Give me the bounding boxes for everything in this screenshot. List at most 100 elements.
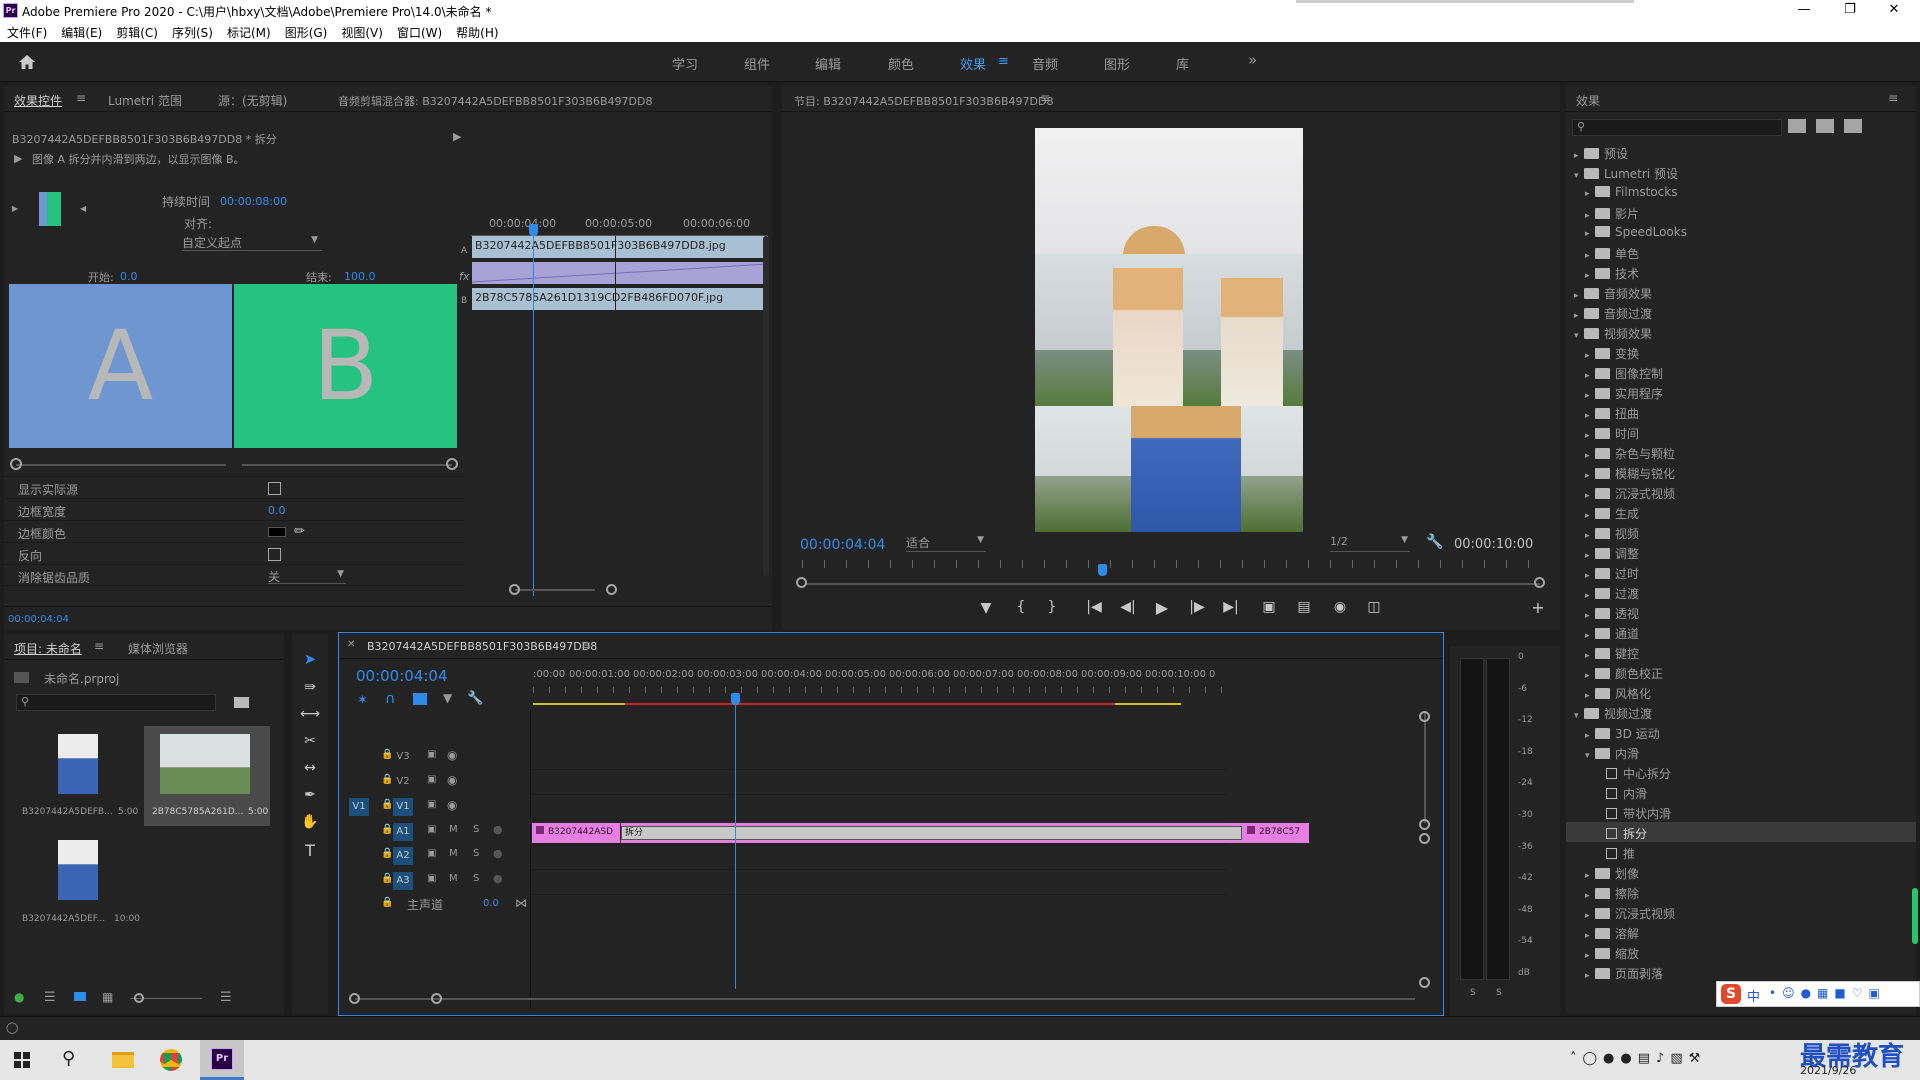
slip-tool-icon[interactable]: ↔ bbox=[298, 760, 322, 776]
zoom-handle-right[interactable] bbox=[1534, 577, 1545, 588]
effect-folder[interactable]: ▸ 实用程序 bbox=[1566, 382, 1916, 402]
chevron-right-icon[interactable]: ▸ bbox=[1585, 351, 1595, 361]
chevron-right-icon[interactable]: ▸ bbox=[1574, 151, 1584, 161]
thumb-arrow-left-icon[interactable]: ▶ bbox=[12, 204, 18, 213]
tab-project[interactable]: 项目: 未命名 bbox=[14, 640, 82, 657]
menu-help[interactable]: 帮助(H) bbox=[449, 22, 505, 41]
snap-icon[interactable]: ∩ bbox=[385, 691, 395, 707]
effect-item[interactable]: 内滑 bbox=[1566, 782, 1916, 802]
resolution-select[interactable]: 1/2 ▼ bbox=[1330, 534, 1410, 552]
chevron-right-icon[interactable]: ▸ bbox=[1574, 291, 1584, 301]
eye-icon[interactable]: ◉ bbox=[447, 748, 457, 762]
effect-folder[interactable]: ▸ SpeedLooks bbox=[1566, 222, 1916, 242]
workspace-graphics[interactable]: 图形 bbox=[1104, 54, 1130, 73]
zoom-handle-left[interactable] bbox=[796, 577, 807, 588]
effect-folder[interactable]: ▾ 内滑 bbox=[1566, 742, 1916, 762]
vscroll-handle[interactable] bbox=[1419, 711, 1430, 722]
effect-folder[interactable]: ▸ 键控 bbox=[1566, 642, 1916, 662]
chevron-right-icon[interactable]: ▸ bbox=[1585, 511, 1595, 521]
transition-thumbnail[interactable] bbox=[39, 192, 61, 226]
chevron-right-icon[interactable]: ▸ bbox=[1585, 651, 1595, 661]
sync-lock-icon[interactable]: ▣ bbox=[427, 873, 436, 884]
tab-effect-controls[interactable]: 效果控件 bbox=[14, 92, 62, 109]
effect-folder[interactable]: ▸ 溶解 bbox=[1566, 922, 1916, 942]
windows-start-icon[interactable] bbox=[14, 1052, 30, 1068]
workspace-assembly[interactable]: 组件 bbox=[744, 54, 770, 73]
show-actual-sources-checkbox[interactable] bbox=[268, 482, 281, 495]
effect-item[interactable]: 中心拆分 bbox=[1566, 762, 1916, 782]
effect-folder[interactable]: ▸ 调整 bbox=[1566, 542, 1916, 562]
track-lock-icon[interactable]: 🔒 bbox=[381, 774, 393, 785]
sequence-title[interactable]: B3207442A5DEFBB8501F303B6B497DD8 bbox=[367, 640, 597, 653]
project-item-1[interactable]: B3207442A5DEFB... 5:00 bbox=[14, 726, 140, 826]
premiere-taskbar-icon[interactable]: Pr bbox=[200, 1040, 244, 1080]
workspace-menu-icon[interactable]: ≡ bbox=[998, 54, 1009, 69]
meter-solo-right[interactable]: S bbox=[1496, 988, 1502, 998]
workspace-learn[interactable]: 学习 bbox=[672, 54, 698, 73]
timeline-hscroll[interactable] bbox=[355, 998, 1415, 1000]
eyedropper-icon[interactable]: ✏ bbox=[294, 524, 305, 539]
nest-icon[interactable]: ✶ bbox=[357, 693, 368, 708]
effect-folder[interactable]: ▸ 图像控制 bbox=[1566, 362, 1916, 382]
chevron-right-icon[interactable]: ▸ bbox=[1585, 691, 1595, 701]
source-patch-v1[interactable]: V1 bbox=[349, 798, 369, 816]
mini-scroll-v[interactable] bbox=[763, 236, 769, 576]
effect-folder[interactable]: ▸ 杂色与颗粒 bbox=[1566, 442, 1916, 462]
start-slider[interactable] bbox=[16, 464, 226, 466]
panel-menu-icon[interactable]: ≡ bbox=[1040, 91, 1050, 105]
effect-folder[interactable]: ▸ 音频过渡 bbox=[1566, 302, 1916, 322]
chevron-right-icon[interactable]: ▸ bbox=[1585, 731, 1595, 741]
effect-folder[interactable]: ▸ 过渡 bbox=[1566, 582, 1916, 602]
project-item-3[interactable]: B3207442A5DEF... 10:00 bbox=[14, 832, 140, 932]
effect-folder[interactable]: ▸ 影片 bbox=[1566, 202, 1916, 222]
border-width-value[interactable]: 0.0 bbox=[268, 504, 286, 517]
play-transition-icon[interactable]: ▶ bbox=[453, 130, 461, 143]
meter-solo-left[interactable]: S bbox=[1470, 988, 1476, 998]
track-label-v1[interactable]: V1 bbox=[393, 798, 413, 816]
effect-folder[interactable]: ▸ 模糊与锐化 bbox=[1566, 462, 1916, 482]
thumb-arrow-right-icon[interactable]: ◀ bbox=[80, 204, 86, 213]
effects-title[interactable]: 效果 bbox=[1576, 92, 1600, 109]
chrome-icon[interactable] bbox=[160, 1049, 182, 1071]
chevron-right-icon[interactable]: ▸ bbox=[1585, 871, 1595, 881]
program-playhead[interactable] bbox=[1098, 564, 1107, 576]
type-tool-icon[interactable]: T bbox=[298, 841, 322, 860]
workspace-color[interactable]: 颜色 bbox=[888, 54, 914, 73]
mini-zoom-handle-left[interactable] bbox=[509, 584, 520, 595]
track-label-a2[interactable]: A2 bbox=[393, 847, 413, 865]
chevron-right-icon[interactable]: ▸ bbox=[1585, 411, 1595, 421]
effect-folder[interactable]: ▾ Lumetri 预设 bbox=[1566, 162, 1916, 182]
track-label-a3[interactable]: A3 bbox=[393, 872, 413, 890]
clip-v1-1[interactable]: B3207442ASD bbox=[532, 823, 620, 843]
mic-icon[interactable]: ● bbox=[493, 847, 503, 860]
effect-folder[interactable]: ▸ 过时 bbox=[1566, 562, 1916, 582]
chevron-right-icon[interactable]: ▸ bbox=[1585, 931, 1595, 941]
solo-button[interactable]: S bbox=[473, 824, 479, 835]
icon-view-icon[interactable] bbox=[74, 992, 86, 1001]
zoom-slider-handle[interactable] bbox=[134, 993, 144, 1003]
effect-folder[interactable]: ▸ 沉浸式视频 bbox=[1566, 902, 1916, 922]
chevron-down-icon[interactable]: ▾ bbox=[1585, 751, 1595, 761]
tab-source[interactable]: 源：(无剪辑) bbox=[218, 92, 287, 109]
workspace-editing[interactable]: 编辑 bbox=[815, 54, 841, 73]
effect-folder[interactable]: ▸ 风格化 bbox=[1566, 682, 1916, 702]
chevron-right-icon[interactable]: ▸ bbox=[1585, 371, 1595, 381]
chevron-right-icon[interactable]: ▸ bbox=[1585, 951, 1595, 961]
mic-icon[interactable]: ● bbox=[493, 823, 503, 836]
expand-description-icon[interactable]: ▶ bbox=[14, 152, 22, 165]
project-search-input[interactable]: ⚲ bbox=[16, 694, 216, 711]
effect-folder[interactable]: ▾ 视频效果 bbox=[1566, 322, 1916, 342]
project-item-2[interactable]: 2B78C5785A261D... 5:00 bbox=[144, 726, 270, 826]
effect-item[interactable]: 拆分 bbox=[1566, 822, 1916, 842]
chevron-right-icon[interactable]: ▸ bbox=[1585, 229, 1595, 239]
transition-bar[interactable]: 拆分 bbox=[621, 823, 1245, 843]
master-volume-value[interactable]: 0.0 bbox=[483, 898, 499, 909]
sequence-timecode[interactable]: 00:00:04:04 bbox=[356, 667, 448, 685]
tab-media-browser[interactable]: 媒体浏览器 bbox=[128, 640, 188, 657]
duration-value[interactable]: 00:00:08:00 bbox=[220, 195, 287, 208]
effect-folder[interactable]: ▸ 3D 运动 bbox=[1566, 722, 1916, 742]
track-select-tool-icon[interactable]: ⇛ bbox=[298, 679, 322, 695]
sync-lock-icon[interactable]: ▣ bbox=[427, 848, 436, 859]
effect-folder[interactable]: ▸ 擦除 bbox=[1566, 882, 1916, 902]
chevron-right-icon[interactable]: ▸ bbox=[1585, 271, 1595, 281]
